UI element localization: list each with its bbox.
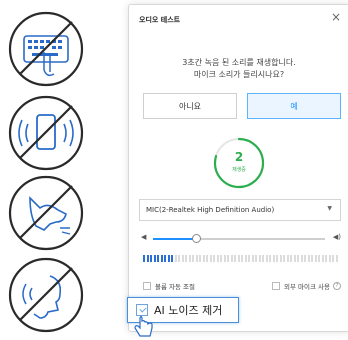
meter-bar xyxy=(283,255,285,262)
meter-bar xyxy=(234,255,236,262)
close-icon[interactable]: × xyxy=(331,11,341,23)
meter-bar xyxy=(241,255,243,262)
meter-bar xyxy=(153,255,156,262)
meter-bar xyxy=(335,255,338,262)
meter-bar xyxy=(318,255,320,262)
meter-bar xyxy=(157,255,159,262)
meter-bar xyxy=(164,255,166,262)
noise-illustrations xyxy=(0,0,118,340)
meter-bar xyxy=(178,255,180,262)
speaking-noise-prohibited-icon xyxy=(8,257,84,333)
meter-bar xyxy=(181,255,184,262)
message-line-1: 3초간 녹음 된 소리를 재생합니다. xyxy=(182,58,296,67)
meter-bar xyxy=(230,255,233,262)
meter-bar xyxy=(258,255,261,262)
meter-bar xyxy=(314,255,317,262)
meter-bar xyxy=(227,255,229,262)
timer-status: 재생중 xyxy=(232,167,246,173)
meter-bar xyxy=(272,255,275,262)
help-icon[interactable]: ? xyxy=(333,282,341,290)
volume-slider-thumb[interactable] xyxy=(191,234,201,243)
meter-bar xyxy=(286,255,289,262)
pointing-hand-cursor-icon xyxy=(134,315,153,337)
meter-bar xyxy=(276,255,278,262)
phone-ringing-prohibited-icon xyxy=(8,95,84,171)
dialog-title: 오디오 테스트 xyxy=(139,16,181,24)
playback-timer: 2 재생중 xyxy=(211,135,267,191)
meter-bar xyxy=(150,255,152,262)
microphone-select-value: MIC(2-Realtek High Definition Audio) xyxy=(146,206,275,214)
meter-bar xyxy=(220,255,222,262)
meter-bar xyxy=(325,255,327,262)
meter-bar xyxy=(321,255,324,262)
meter-bar xyxy=(195,255,198,262)
dialog-message: 3초간 녹음 된 소리를 재생합니다. 마이크 소리가 들리시나요? xyxy=(129,57,348,81)
meter-bar xyxy=(206,255,208,262)
meter-bar xyxy=(216,255,219,262)
meter-bar xyxy=(167,255,170,262)
meter-bar xyxy=(251,255,254,262)
meter-bar xyxy=(199,255,201,262)
meter-bar xyxy=(290,255,292,262)
timer-value: 2 xyxy=(234,150,244,164)
meter-bar xyxy=(244,255,247,262)
external-mic-label: 외부 마이크 사용 xyxy=(284,283,330,291)
input-level-meter xyxy=(143,255,339,262)
external-mic-option[interactable]: 외부 마이크 사용 ? xyxy=(272,281,341,291)
meter-bar xyxy=(171,255,173,262)
meter-bar xyxy=(293,255,296,262)
meter-bar xyxy=(185,255,187,262)
meter-bar xyxy=(265,255,268,262)
meter-bar xyxy=(307,255,310,262)
meter-bar xyxy=(160,255,163,262)
meter-bar xyxy=(328,255,331,262)
external-mic-checkbox[interactable] xyxy=(272,282,280,290)
chevron-down-icon: ▼ xyxy=(327,205,332,212)
meter-bar xyxy=(209,255,212,262)
volume-slider-row: ◀ ◀) xyxy=(141,233,341,245)
meter-bar xyxy=(223,255,226,262)
keyboard-typing-prohibited-icon xyxy=(8,11,84,87)
yes-button[interactable]: 예 xyxy=(247,93,341,119)
meter-bar xyxy=(143,255,145,262)
meter-bar xyxy=(297,255,299,262)
meter-bar xyxy=(332,255,334,262)
volume-low-icon: ◀ xyxy=(141,233,147,241)
microphone-select[interactable]: MIC(2-Realtek High Definition Audio) ▼ xyxy=(139,199,341,221)
meter-bar xyxy=(255,255,257,262)
meter-bar xyxy=(202,255,205,262)
meter-bar xyxy=(279,255,282,262)
meter-bar xyxy=(146,255,149,262)
volume-slider-fill xyxy=(153,238,196,240)
meter-bar xyxy=(311,255,313,262)
auto-volume-option[interactable]: 볼륨 자동 조절 xyxy=(143,281,195,291)
ai-noise-removal-label: AI 노이즈 제거 xyxy=(154,304,223,317)
message-line-2: 마이크 소리가 들리시나요? xyxy=(193,70,285,79)
dog-barking-prohibited-icon xyxy=(8,175,84,251)
meter-bar xyxy=(192,255,194,262)
meter-bar xyxy=(304,255,306,262)
volume-high-icon: ◀) xyxy=(332,233,341,241)
options-row: 볼륨 자동 조절 외부 마이크 사용 ? xyxy=(143,281,343,293)
meter-bar xyxy=(188,255,191,262)
auto-volume-checkbox[interactable] xyxy=(143,282,151,290)
meter-bar xyxy=(262,255,264,262)
meter-bar xyxy=(248,255,250,262)
meter-bar xyxy=(269,255,271,262)
meter-bar xyxy=(237,255,240,262)
meter-bar xyxy=(213,255,215,262)
meter-bar xyxy=(300,255,303,262)
auto-volume-label: 볼륨 자동 조절 xyxy=(155,283,196,291)
meter-bar xyxy=(174,255,177,262)
no-button[interactable]: 아니요 xyxy=(143,93,237,119)
audio-test-dialog: 오디오 테스트 × 3초간 녹음 된 소리를 재생합니다. 마이크 소리가 들리… xyxy=(128,4,348,332)
